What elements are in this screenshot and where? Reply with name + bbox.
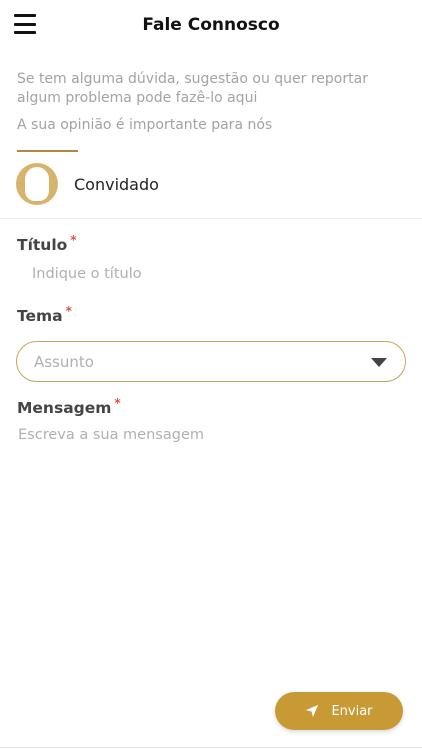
user-name: Convidado bbox=[74, 174, 159, 194]
bottom-divider bbox=[0, 747, 422, 748]
title-input[interactable] bbox=[32, 262, 402, 286]
intro-text: Se tem alguma dúvida, sugestão ou quer r… bbox=[17, 71, 368, 106]
required-mark: * bbox=[114, 396, 121, 410]
user-row: Convidado bbox=[16, 163, 159, 205]
caret-down-icon bbox=[371, 358, 387, 367]
message-label-text: Mensagem bbox=[17, 399, 112, 417]
app-header: Fale Connosco bbox=[0, 0, 422, 52]
send-button[interactable]: Enviar bbox=[275, 692, 403, 730]
send-button-label: Enviar bbox=[331, 703, 373, 719]
theme-label-text: Tema bbox=[17, 307, 63, 325]
navigation-arrow-icon bbox=[306, 704, 319, 718]
intro-note: A sua opinião é importante para nós bbox=[17, 117, 273, 133]
theme-select-value: Assunto bbox=[34, 352, 94, 371]
required-mark: * bbox=[70, 233, 77, 247]
page-title: Fale Connosco bbox=[142, 15, 280, 35]
title-label: Título * bbox=[17, 233, 77, 254]
required-mark: * bbox=[65, 304, 72, 318]
theme-label: Tema * bbox=[17, 304, 72, 325]
title-label-text: Título bbox=[17, 236, 68, 254]
user-avatar-icon bbox=[16, 163, 58, 205]
message-textarea[interactable] bbox=[18, 425, 406, 675]
accent-divider bbox=[17, 150, 78, 152]
section-divider bbox=[0, 218, 422, 219]
theme-select[interactable]: Assunto bbox=[16, 341, 406, 382]
message-label: Mensagem * bbox=[17, 396, 121, 417]
